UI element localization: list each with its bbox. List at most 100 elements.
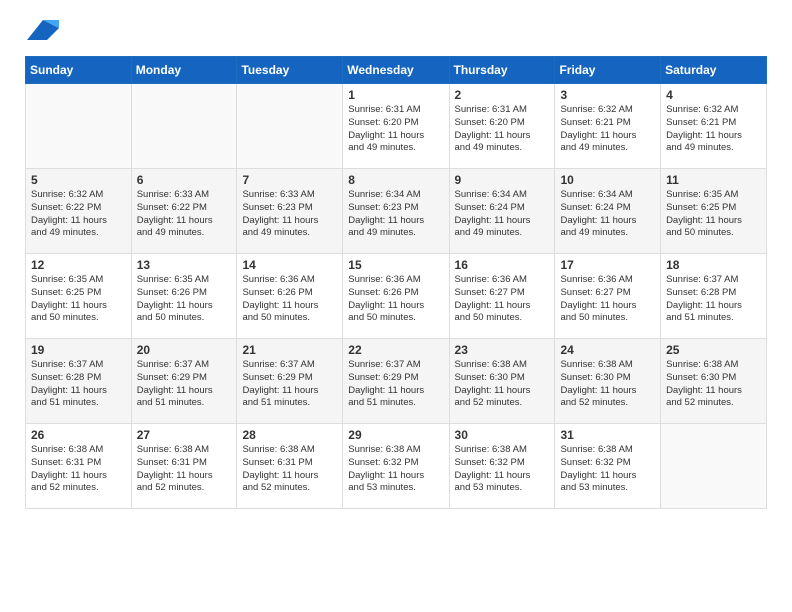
calendar-week-row: 1 Sunrise: 6:31 AM Sunset: 6:20 PM Daylig…: [26, 84, 767, 169]
calendar-cell: 21 Sunrise: 6:37 AM Sunset: 6:29 PM Dayli…: [237, 339, 343, 424]
calendar-cell: 23 Sunrise: 6:38 AM Sunset: 6:30 PM Dayli…: [449, 339, 555, 424]
calendar-cell: 10 Sunrise: 6:34 AM Sunset: 6:24 PM Dayli…: [555, 169, 661, 254]
day-info: Sunrise: 6:38 AM Sunset: 6:32 PM Dayligh…: [560, 444, 655, 495]
calendar-cell: 17 Sunrise: 6:36 AM Sunset: 6:27 PM Dayli…: [555, 254, 661, 339]
day-info: Sunrise: 6:32 AM Sunset: 6:21 PM Dayligh…: [666, 104, 761, 155]
day-info: Sunrise: 6:34 AM Sunset: 6:23 PM Dayligh…: [348, 189, 443, 240]
day-number: 20: [137, 343, 232, 357]
day-number: 25: [666, 343, 761, 357]
day-of-week-header: Friday: [555, 57, 661, 84]
calendar-cell: 6 Sunrise: 6:33 AM Sunset: 6:22 PM Daylig…: [131, 169, 237, 254]
day-info: Sunrise: 6:35 AM Sunset: 6:25 PM Dayligh…: [666, 189, 761, 240]
day-number: 11: [666, 173, 761, 187]
calendar-cell: 9 Sunrise: 6:34 AM Sunset: 6:24 PM Daylig…: [449, 169, 555, 254]
day-of-week-header: Wednesday: [343, 57, 449, 84]
calendar-cell: 4 Sunrise: 6:32 AM Sunset: 6:21 PM Daylig…: [661, 84, 767, 169]
calendar-cell: 27 Sunrise: 6:38 AM Sunset: 6:31 PM Dayli…: [131, 424, 237, 509]
calendar-cell: 7 Sunrise: 6:33 AM Sunset: 6:23 PM Daylig…: [237, 169, 343, 254]
calendar-cell: 2 Sunrise: 6:31 AM Sunset: 6:20 PM Daylig…: [449, 84, 555, 169]
day-number: 16: [455, 258, 550, 272]
day-number: 26: [31, 428, 126, 442]
day-info: Sunrise: 6:38 AM Sunset: 6:32 PM Dayligh…: [348, 444, 443, 495]
calendar-cell: 28 Sunrise: 6:38 AM Sunset: 6:31 PM Dayli…: [237, 424, 343, 509]
day-number: 19: [31, 343, 126, 357]
day-info: Sunrise: 6:38 AM Sunset: 6:31 PM Dayligh…: [31, 444, 126, 495]
day-number: 24: [560, 343, 655, 357]
day-info: Sunrise: 6:36 AM Sunset: 6:27 PM Dayligh…: [455, 274, 550, 325]
calendar-cell: 24 Sunrise: 6:38 AM Sunset: 6:30 PM Dayli…: [555, 339, 661, 424]
calendar-header-row: SundayMondayTuesdayWednesdayThursdayFrid…: [26, 57, 767, 84]
calendar-cell: 5Sunrise: 6:32 AM Sunset: 6:22 PM Daylig…: [26, 169, 132, 254]
day-number: 9: [455, 173, 550, 187]
day-info: Sunrise: 6:37 AM Sunset: 6:29 PM Dayligh…: [242, 359, 337, 410]
day-number: 6: [137, 173, 232, 187]
day-number: 2: [455, 88, 550, 102]
calendar-cell: 11 Sunrise: 6:35 AM Sunset: 6:25 PM Dayli…: [661, 169, 767, 254]
calendar-cell: 14Sunrise: 6:36 AM Sunset: 6:26 PM Dayli…: [237, 254, 343, 339]
calendar-cell: [661, 424, 767, 509]
day-info: Sunrise: 6:34 AM Sunset: 6:24 PM Dayligh…: [560, 189, 655, 240]
day-info: Sunrise: 6:38 AM Sunset: 6:30 PM Dayligh…: [666, 359, 761, 410]
day-number: 14: [242, 258, 337, 272]
day-number: 13: [137, 258, 232, 272]
day-info: Sunrise: 6:33 AM Sunset: 6:22 PM Dayligh…: [137, 189, 232, 240]
day-number: 30: [455, 428, 550, 442]
day-number: 23: [455, 343, 550, 357]
day-number: 21: [242, 343, 337, 357]
header: [25, 20, 767, 40]
day-info: Sunrise: 6:31 AM Sunset: 6:20 PM Dayligh…: [455, 104, 550, 155]
day-info: Sunrise: 6:38 AM Sunset: 6:31 PM Dayligh…: [137, 444, 232, 495]
day-info: Sunrise: 6:38 AM Sunset: 6:30 PM Dayligh…: [455, 359, 550, 410]
calendar-cell: 15 Sunrise: 6:36 AM Sunset: 6:26 PM Dayli…: [343, 254, 449, 339]
calendar: SundayMondayTuesdayWednesdayThursdayFrid…: [25, 56, 767, 509]
day-of-week-header: Sunday: [26, 57, 132, 84]
calendar-cell: 26 Sunrise: 6:38 AM Sunset: 6:31 PM Dayli…: [26, 424, 132, 509]
day-info: Sunrise: 6:32 AM Sunset: 6:21 PM Dayligh…: [560, 104, 655, 155]
day-info: Sunrise: 6:33 AM Sunset: 6:23 PM Dayligh…: [242, 189, 337, 240]
calendar-cell: 19 Sunrise: 6:37 AM Sunset: 6:28 PM Dayli…: [26, 339, 132, 424]
day-number: 31: [560, 428, 655, 442]
calendar-cell: 20 Sunrise: 6:37 AM Sunset: 6:29 PM Dayli…: [131, 339, 237, 424]
day-info: Sunrise: 6:38 AM Sunset: 6:31 PM Dayligh…: [242, 444, 337, 495]
calendar-cell: [26, 84, 132, 169]
day-info: Sunrise: 6:37 AM Sunset: 6:29 PM Dayligh…: [348, 359, 443, 410]
calendar-cell: [131, 84, 237, 169]
day-info: Sunrise: 6:34 AM Sunset: 6:24 PM Dayligh…: [455, 189, 550, 240]
day-number: 10: [560, 173, 655, 187]
day-number: 3: [560, 88, 655, 102]
day-info: Sunrise: 6:37 AM Sunset: 6:28 PM Dayligh…: [31, 359, 126, 410]
page-container: SundayMondayTuesdayWednesdayThursdayFrid…: [0, 0, 792, 529]
calendar-week-row: 19 Sunrise: 6:37 AM Sunset: 6:28 PM Dayli…: [26, 339, 767, 424]
day-info: Sunrise: 6:36 AM Sunset: 6:26 PM Dayligh…: [348, 274, 443, 325]
day-number: 17: [560, 258, 655, 272]
day-number: 22: [348, 343, 443, 357]
calendar-cell: 1 Sunrise: 6:31 AM Sunset: 6:20 PM Daylig…: [343, 84, 449, 169]
calendar-cell: 16 Sunrise: 6:36 AM Sunset: 6:27 PM Dayli…: [449, 254, 555, 339]
day-info: Sunrise: 6:32 AM Sunset: 6:22 PM Dayligh…: [31, 189, 126, 240]
day-number: 8: [348, 173, 443, 187]
day-number: 18: [666, 258, 761, 272]
day-info: Sunrise: 6:37 AM Sunset: 6:29 PM Dayligh…: [137, 359, 232, 410]
calendar-cell: 29Sunrise: 6:38 AM Sunset: 6:32 PM Dayli…: [343, 424, 449, 509]
day-info: Sunrise: 6:38 AM Sunset: 6:32 PM Dayligh…: [455, 444, 550, 495]
day-info: Sunrise: 6:38 AM Sunset: 6:30 PM Dayligh…: [560, 359, 655, 410]
calendar-cell: 8 Sunrise: 6:34 AM Sunset: 6:23 PM Daylig…: [343, 169, 449, 254]
calendar-cell: 25 Sunrise: 6:38 AM Sunset: 6:30 PM Dayli…: [661, 339, 767, 424]
day-info: Sunrise: 6:35 AM Sunset: 6:25 PM Dayligh…: [31, 274, 126, 325]
day-number: 4: [666, 88, 761, 102]
calendar-cell: [237, 84, 343, 169]
day-info: Sunrise: 6:31 AM Sunset: 6:20 PM Dayligh…: [348, 104, 443, 155]
logo-icon: [27, 20, 59, 40]
day-number: 27: [137, 428, 232, 442]
day-of-week-header: Thursday: [449, 57, 555, 84]
day-info: Sunrise: 6:36 AM Sunset: 6:27 PM Dayligh…: [560, 274, 655, 325]
calendar-cell: 3 Sunrise: 6:32 AM Sunset: 6:21 PM Daylig…: [555, 84, 661, 169]
calendar-week-row: 12Sunrise: 6:35 AM Sunset: 6:25 PM Dayli…: [26, 254, 767, 339]
calendar-week-row: 5Sunrise: 6:32 AM Sunset: 6:22 PM Daylig…: [26, 169, 767, 254]
day-number: 1: [348, 88, 443, 102]
day-number: 7: [242, 173, 337, 187]
calendar-cell: 22 Sunrise: 6:37 AM Sunset: 6:29 PM Dayli…: [343, 339, 449, 424]
calendar-week-row: 26 Sunrise: 6:38 AM Sunset: 6:31 PM Dayli…: [26, 424, 767, 509]
day-number: 15: [348, 258, 443, 272]
day-number: 28: [242, 428, 337, 442]
